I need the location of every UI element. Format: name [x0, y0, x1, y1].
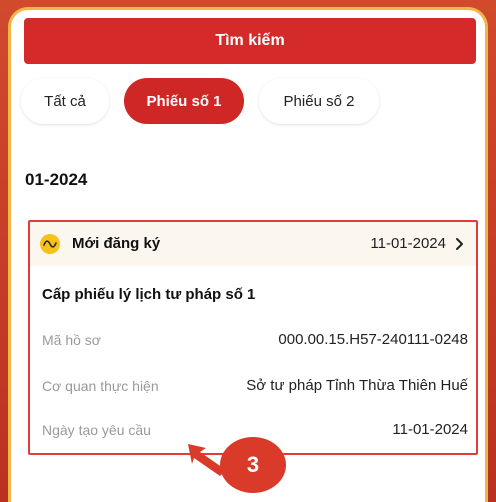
annotation-step-badge: 3 — [220, 437, 286, 493]
phone-screen: Tìm kiếm Tất cả Phiếu số 1 Phiếu số 2 01… — [8, 7, 488, 502]
status-label: Mới đăng ký — [72, 235, 161, 252]
record-card-header[interactable]: Mới đăng ký 11-01-2024 — [30, 222, 476, 266]
search-button[interactable]: Tìm kiếm — [24, 18, 476, 64]
field-value-agency: Sở tư pháp Tỉnh Thừa Thiên Huế — [246, 377, 468, 394]
field-value-file-code: 000.00.15.H57-240111-0248 — [278, 331, 468, 348]
tab-form-2[interactable]: Phiếu số 2 — [259, 78, 379, 124]
tab-all[interactable]: Tất cả — [21, 78, 109, 124]
record-date: 11-01-2024 — [370, 235, 446, 252]
record-title: Cấp phiếu lý lịch tư pháp số 1 — [42, 286, 256, 303]
field-label-created-date: Ngày tạo yêu cầu — [42, 422, 151, 438]
tab-bar: Tất cả Phiếu số 1 Phiếu số 2 — [11, 78, 485, 126]
activity-wave-icon — [40, 234, 60, 254]
tab-form-1[interactable]: Phiếu số 1 — [124, 78, 244, 124]
field-label-agency: Cơ quan thực hiện — [42, 378, 159, 394]
record-card[interactable]: Mới đăng ký 11-01-2024 Cấp phiếu lý lịch… — [28, 220, 478, 455]
chevron-right-icon[interactable] — [452, 235, 466, 253]
field-value-created-date: 11-01-2024 — [392, 421, 468, 438]
field-label-file-code: Mã hồ sơ — [42, 332, 101, 348]
month-heading: 01-2024 — [25, 170, 88, 189]
